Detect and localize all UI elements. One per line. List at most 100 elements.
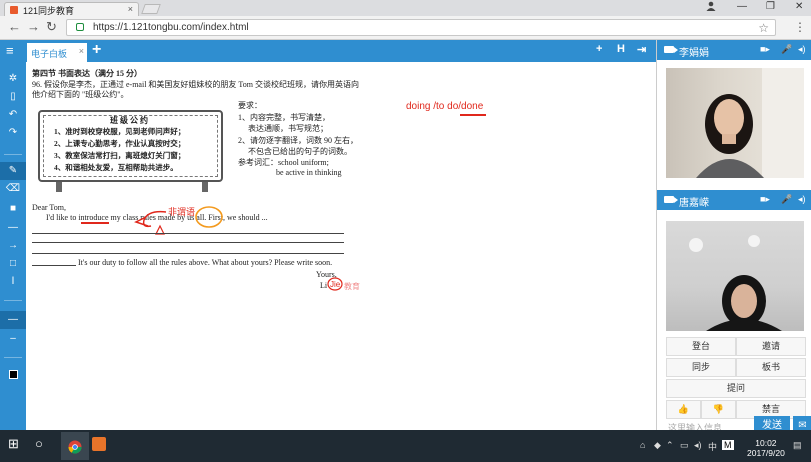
tray-icon[interactable]: ⌃ [666,440,674,451]
requirement-item: 2、请勿逐字翻译，词数 90 左右， [238,136,358,145]
bookmark-star-icon[interactable]: ☆ [758,21,769,35]
blackboard-button[interactable]: 板书 [736,358,806,377]
back-icon[interactable]: ← [8,20,21,34]
browser-tab-title: 121同步教育 [23,6,75,16]
microphone-icon[interactable]: 🎤 [781,44,792,55]
windows-start-icon[interactable]: ⊞ [8,436,19,452]
teacher-name: 李娟娟 [679,48,709,59]
stage-button[interactable]: 登台 [666,337,736,356]
requirements-title: 要求： [238,101,262,110]
speaker-icon[interactable]: ◂) [798,44,806,55]
ime-icon[interactable]: 中 [708,440,717,453]
rule-item: 3、教室保洁常打扫，离班熄灯关门窗； [54,151,186,160]
notification-icon[interactable]: ▤ [793,440,802,451]
divider [4,154,22,155]
tray-icon[interactable]: ◆ [654,440,661,451]
invite-button[interactable]: 邀请 [736,337,806,356]
browser-tab-bar: 121同步教育 × — ❐ ✕ [0,0,811,16]
question-button[interactable]: 提问 [666,379,806,398]
writing-line [32,233,344,234]
arrow-icon[interactable]: → [0,237,26,255]
camera-toggle-icon[interactable]: ■▸ [760,44,770,55]
system-clock[interactable]: 10:02 2017/9/20 [747,438,785,458]
maximize-button[interactable]: ❐ [766,1,775,12]
app-toolbar: ≡ 电子白板 × + + H ⇥ [0,40,656,62]
line-thin-icon[interactable]: – [0,330,26,348]
menu-icon[interactable]: ≡ [6,43,14,58]
gear-icon[interactable]: ✲ [0,70,26,88]
section-title: 第四节 书面表达（满分 15 分） [32,69,142,78]
student-video [666,221,804,331]
add-page-button[interactable]: + [596,43,602,55]
close-icon[interactable]: × [79,46,84,56]
add-board-button[interactable]: + [92,41,101,59]
redo-icon[interactable]: ↷ [0,124,26,142]
pen-icon[interactable]: ✎ [0,162,26,180]
annotation-underline [460,114,486,116]
class-rules-sign: 班 级 公 约 1、准时到校穿校服，见到老师问声好； 2、上课专心勤思考，作业认… [38,110,223,182]
chrome-taskbar-icon[interactable] [61,432,89,460]
site-favicon [10,6,18,14]
network-icon[interactable]: ▭ [680,440,689,451]
url-text: https://1.121tongbu.com/index.html [93,22,249,33]
rectangle-icon[interactable]: ■ [0,200,26,218]
whiteboard-canvas[interactable]: 第四节 书面表达（满分 15 分） 96. 假设你是李杰，正通过 e-mail … [26,62,656,430]
teacher-annotation: doing /to do/done [406,101,484,112]
color-black-icon[interactable] [0,366,26,384]
speaker-icon[interactable]: ◂) [798,194,806,205]
rule-item: 4、和谐相处友爱，互相帮助共进步。 [54,163,178,172]
divider [4,300,22,301]
tray-icon[interactable]: ⌂ [640,440,645,450]
text-icon[interactable]: Ⅰ [0,273,26,291]
writing-line [32,253,344,254]
undo-icon[interactable]: ↶ [0,106,26,124]
lock-icon [76,23,84,31]
drawing-toolbar: ✲ ▯ ↶ ↷ ✎ ⌫ ■ — → □ Ⅰ — – [0,62,26,430]
windows-taskbar: ⊞ ○ ⌂ ◆ ⌃ ▭ ◂) 中 M 10:02 2017/9/20 ▤ [0,430,811,462]
teacher-video [666,68,804,178]
url-input[interactable]: https://1.121tongbu.com/index.html ☆ [66,19,776,36]
tab-whiteboard[interactable]: 电子白板 × [27,43,87,62]
sign-title: 班 级 公 约 [110,116,148,125]
user-icon[interactable] [706,1,716,14]
browser-tab[interactable]: 121同步教育 × [4,2,139,16]
red-circle-mark [327,277,343,291]
requirement-item: 表达通顺，书写规范； [248,124,328,133]
new-tab-button[interactable] [141,4,161,14]
requirement-item: 不包含已给出的句子的词数。 [248,147,352,156]
trash-icon[interactable]: ▯ [0,88,26,106]
camera-toggle-icon[interactable]: ■▸ [760,194,770,205]
student-name: 唐嘉嵘 [679,198,709,209]
eraser-icon[interactable]: ⌫ [0,180,26,198]
letter-greeting: Dear Tom, [32,203,66,212]
input-mode-icon[interactable]: M [722,440,734,450]
tab-close-icon[interactable]: × [128,4,133,14]
close-window-button[interactable]: ✕ [795,1,803,12]
app-taskbar-icon[interactable] [92,437,106,451]
line-thick-icon[interactable]: — [0,311,26,329]
reload-icon[interactable]: ↻ [46,20,57,34]
requirement-item: 1、内容完整，书写清楚， [238,113,330,122]
sync-button[interactable]: 同步 [666,358,736,377]
forward-icon[interactable]: → [27,20,40,34]
hide-button[interactable]: H [617,43,625,55]
circle-icon[interactable]: □ [0,255,26,273]
clock-date: 2017/9/20 [747,448,785,458]
rule-item: 2、上课专心勤思考，作业认真按时交； [54,139,186,148]
exit-button[interactable]: ⇥ [637,43,646,56]
orange-circle-mark [195,206,223,228]
camera-icon [664,196,678,203]
letter-closing: It's our duty to follow all the rules ab… [78,258,333,267]
microphone-icon[interactable]: 🎤 [781,194,792,205]
minimize-button[interactable]: — [737,1,747,12]
volume-icon[interactable]: ◂) [694,440,702,451]
red-underline [81,222,109,224]
line-icon[interactable]: — [0,219,26,237]
prompt-line-2: 他介绍下面的 "班级公约"。 [32,90,129,99]
browser-menu-icon[interactable]: ⋮ [794,20,806,34]
writing-line [32,265,76,266]
camera-icon [664,46,678,53]
search-icon[interactable]: ○ [35,436,43,451]
video-panel: 李娟娟 ■▸ 🎤 ◂) 唐嘉嵘 ■▸ 🎤 ◂) 登台 邀请 同步 板书 提问 👍… [656,40,811,435]
watermark: 教育 [344,282,360,291]
